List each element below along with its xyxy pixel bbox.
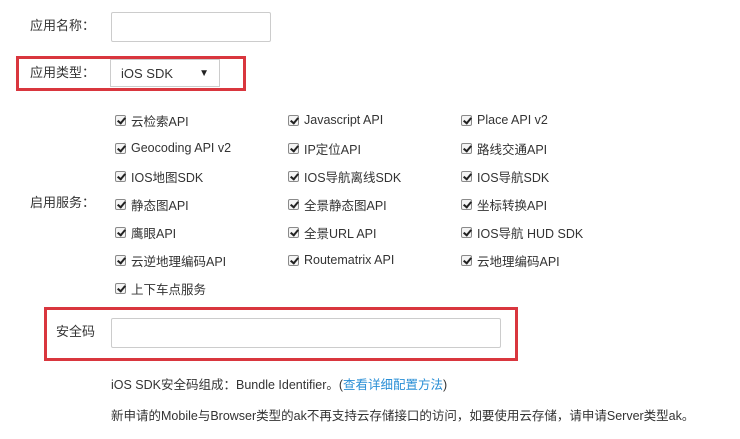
service-item[interactable]: 云地理编码API (461, 250, 560, 270)
service-item[interactable]: IOS导航 HUD SDK (461, 222, 583, 242)
checkbox-checked-icon[interactable] (461, 226, 472, 238)
ios-sdk-note-suffix: ) (443, 378, 448, 392)
service-item[interactable]: Geocoding API v2 (115, 138, 231, 158)
checkbox-checked-icon[interactable] (288, 170, 299, 182)
cloud-storage-note: 新申请的Mobile与Browser类型的ak不再支持云存储接口的访问，如要使用… (111, 409, 695, 423)
service-label: IP定位API (304, 142, 361, 157)
service-item[interactable]: IP定位API (288, 138, 361, 158)
service-item[interactable]: 上下车点服务 (115, 278, 206, 298)
service-label: IOS地图SDK (131, 170, 204, 185)
checkbox-checked-icon[interactable] (461, 114, 472, 126)
security-code-label: 安全码 (56, 324, 96, 339)
checkbox-checked-icon[interactable] (288, 142, 299, 154)
checkbox-checked-icon[interactable] (288, 114, 299, 126)
checkbox-checked-icon[interactable] (115, 170, 126, 182)
services-label: 启用服务： (30, 195, 96, 210)
service-item[interactable]: 路线交通API (461, 138, 547, 158)
app-name-input[interactable] (111, 12, 271, 42)
service-item[interactable]: Routematrix API (288, 250, 394, 270)
service-label: IOS导航离线SDK (304, 170, 402, 185)
service-item[interactable]: Place API v2 (461, 110, 548, 130)
service-item[interactable]: 鹰眼API (115, 222, 176, 242)
checkbox-checked-icon[interactable] (461, 170, 472, 182)
checkbox-checked-icon[interactable] (115, 226, 126, 238)
service-label: 静态图API (131, 198, 189, 213)
service-label: 全景URL API (304, 226, 377, 241)
service-label: Geocoding API v2 (131, 141, 232, 155)
ios-sdk-note: iOS SDK安全码组成：Bundle Identifier。(查看详细配置方法… (111, 374, 447, 393)
checkbox-checked-icon[interactable] (461, 254, 472, 266)
checkbox-checked-icon[interactable] (115, 282, 126, 294)
service-item[interactable]: IOS地图SDK (115, 166, 203, 186)
service-label: 云逆地理编码API (131, 254, 227, 269)
app-type-value: iOS SDK (121, 65, 174, 81)
service-item[interactable]: IOS导航离线SDK (288, 166, 401, 186)
checkbox-checked-icon[interactable] (461, 142, 472, 154)
checkbox-checked-icon[interactable] (115, 254, 126, 266)
service-item[interactable]: 云检索API (115, 110, 189, 130)
service-label: 鹰眼API (131, 226, 177, 241)
service-item[interactable]: 全景URL API (288, 222, 376, 242)
app-name-label: 应用名称： (30, 18, 96, 33)
checkbox-checked-icon[interactable] (115, 142, 126, 154)
checkbox-checked-icon[interactable] (288, 198, 299, 210)
checkbox-checked-icon[interactable] (288, 254, 299, 266)
app-type-select[interactable]: iOS SDK ▼ (110, 59, 220, 87)
service-item[interactable]: 静态图API (115, 194, 189, 214)
service-label: 全景静态图API (304, 198, 387, 213)
service-item[interactable]: 云逆地理编码API (115, 250, 226, 270)
service-label: Place API v2 (477, 113, 548, 127)
service-label: IOS导航SDK (477, 170, 550, 185)
checkbox-checked-icon[interactable] (461, 198, 472, 210)
service-item[interactable]: 全景静态图API (288, 194, 387, 214)
checkbox-checked-icon[interactable] (115, 198, 126, 210)
service-item[interactable]: 坐标转换API (461, 194, 547, 214)
ios-sdk-note-prefix: iOS SDK安全码组成：Bundle Identifier。( (111, 378, 344, 392)
service-label: 坐标转换API (477, 198, 548, 213)
service-label: 路线交通API (477, 142, 548, 157)
app-type-label: 应用类型： (30, 65, 96, 80)
service-item[interactable]: Javascript API (288, 110, 383, 130)
security-code-input[interactable] (111, 318, 501, 348)
service-label: 云地理编码API (477, 254, 560, 269)
service-label: Javascript API (304, 113, 384, 127)
service-item[interactable]: IOS导航SDK (461, 166, 549, 186)
config-method-link[interactable]: 查看详细配置方法 (343, 378, 443, 392)
service-label: 云检索API (131, 114, 189, 129)
service-label: 上下车点服务 (131, 282, 207, 297)
checkbox-checked-icon[interactable] (115, 114, 126, 126)
service-label: IOS导航 HUD SDK (477, 226, 584, 241)
checkbox-checked-icon[interactable] (288, 226, 299, 238)
service-label: Routematrix API (304, 253, 395, 267)
dropdown-arrow-icon: ▼ (199, 67, 209, 79)
